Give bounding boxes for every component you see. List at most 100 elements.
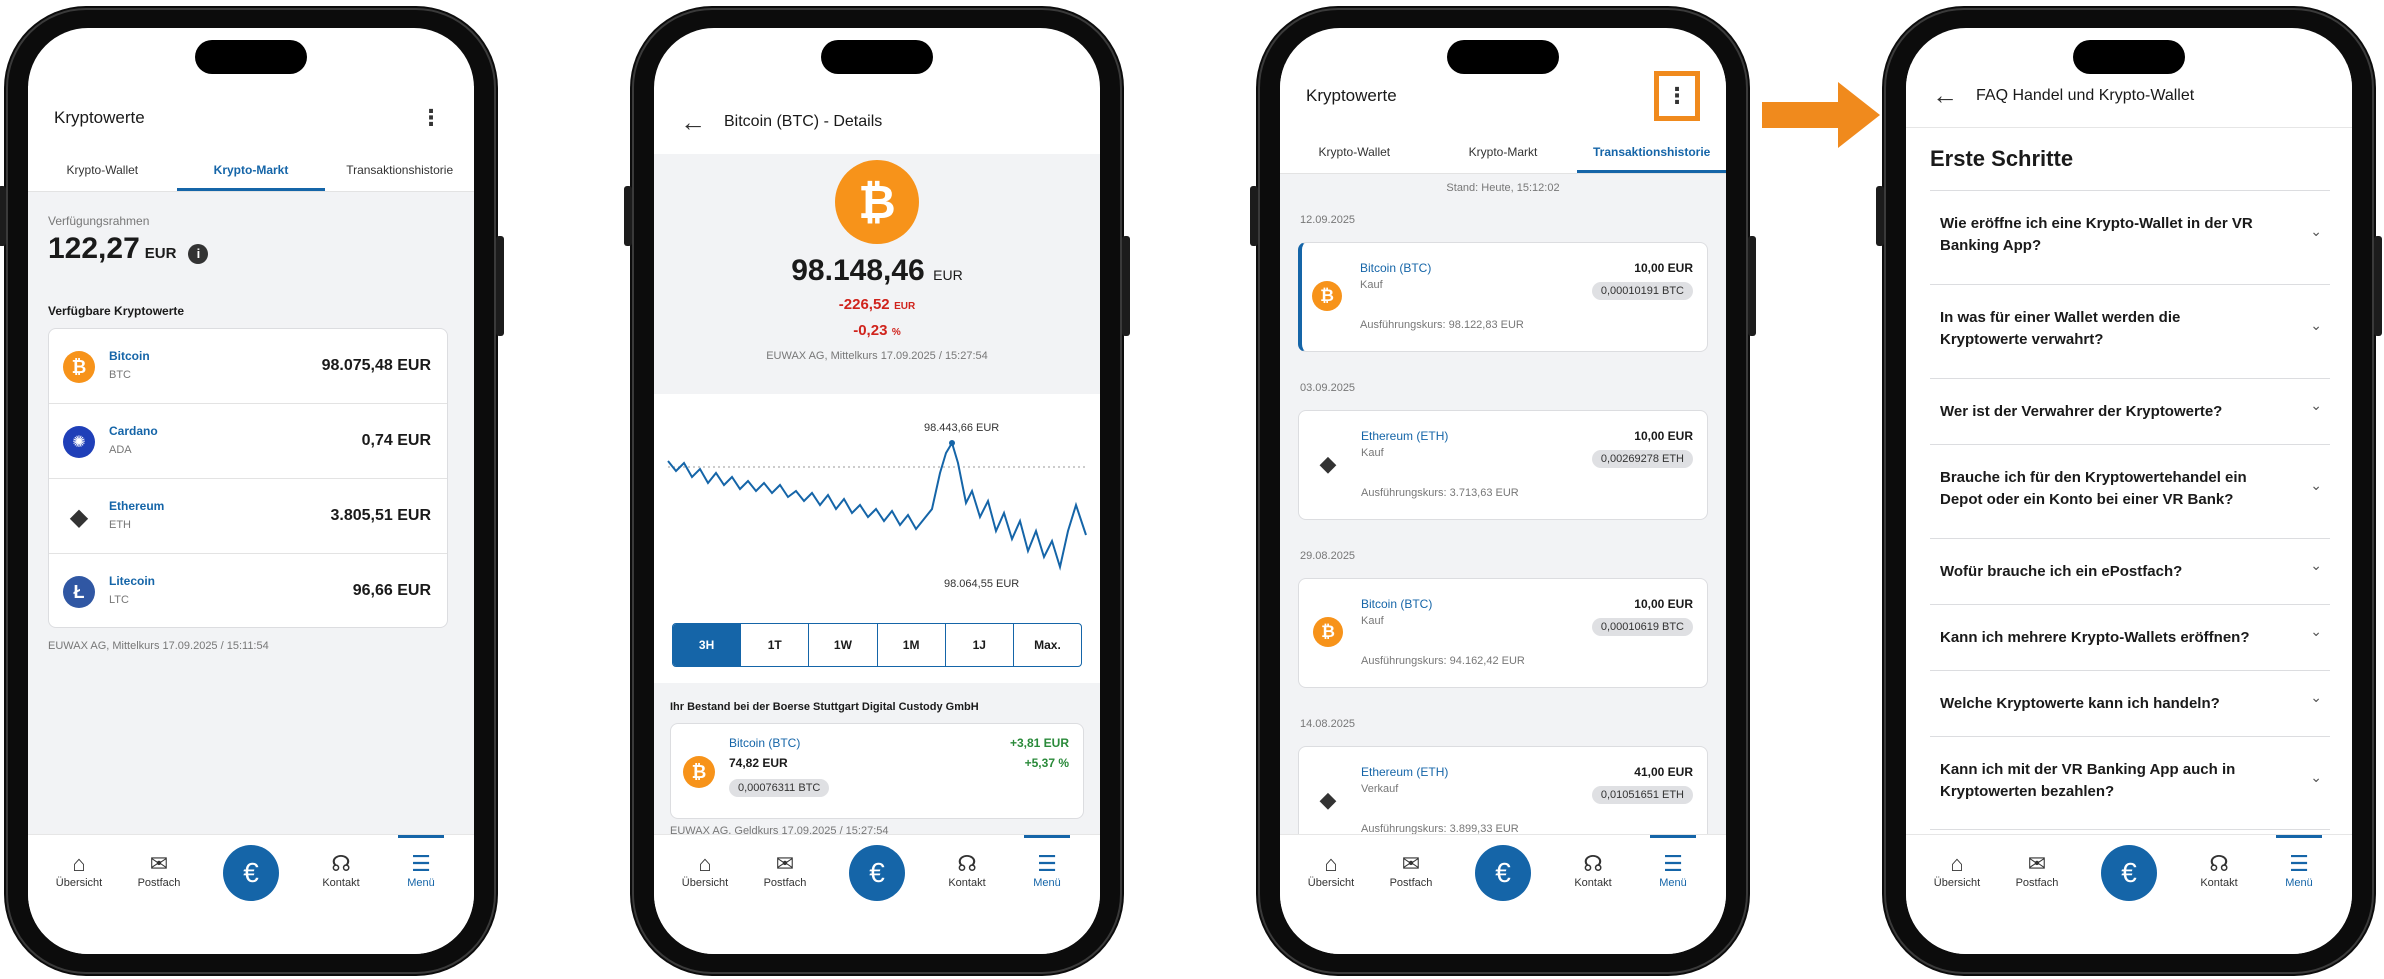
faq-item[interactable]: Kann ich mit der VR Banking App auch in … — [1930, 736, 2330, 830]
headset-icon: ☊ — [331, 851, 351, 876]
faq-item[interactable]: Wer ist der Verwahrer der Kryptowerte? ⌄ — [1930, 378, 2330, 444]
faq-question: Kann ich mehrere Krypto-Wallets eröffnen… — [1940, 629, 2250, 646]
transaction-card[interactable]: ◆ Ethereum (ETH) Kauf 10,00 EUR 0,002692… — [1298, 410, 1708, 520]
nav-label: Postfach — [2015, 877, 2059, 889]
faq-item[interactable]: In was für einer Wallet werden die Krypt… — [1930, 284, 2330, 378]
holding-card[interactable]: ₿ Bitcoin (BTC) 74,82 EUR 0,00076311 BTC… — [670, 723, 1084, 819]
range-button-1j[interactable]: 1J — [944, 624, 1013, 666]
faq-item[interactable]: Brauche ich für den Kryptowertehandel ei… — [1930, 444, 2330, 538]
nav-overview[interactable]: ⌂ Übersicht — [670, 851, 740, 889]
nav-menu[interactable]: ☰ Menü — [2264, 835, 2334, 889]
tab-krypto-wallet[interactable]: Krypto-Wallet — [28, 150, 177, 191]
amount-pill: 0,00076311 BTC — [729, 779, 830, 797]
page-title: Bitcoin (BTC) - Details — [724, 113, 883, 130]
hamburger-icon: ☰ — [1037, 851, 1057, 876]
faq-item[interactable]: Welche Kryptowerte kann ich handeln? ⌄ — [1930, 670, 2330, 736]
nav-menu[interactable]: ☰ Menü — [1638, 835, 1708, 889]
price-change-pct: -0,23 % — [654, 322, 1100, 340]
nav-overview[interactable]: ⌂ Übersicht — [1922, 851, 1992, 889]
headset-icon: ☊ — [2209, 851, 2229, 876]
chevron-down-icon: ⌄ — [2310, 223, 2322, 239]
nav-overview[interactable]: ⌂ Übersicht — [1296, 851, 1366, 889]
nav-label: Übersicht — [55, 877, 103, 889]
bottom-navigation: ⌂ Übersicht ✉ Postfach € ☊ Kontakt ☰ Menü — [1906, 834, 2352, 954]
holding-gain-abs: +3,81 EUR — [1009, 736, 1069, 750]
tab-krypto-markt[interactable]: Krypto-Markt — [176, 150, 326, 191]
nav-mailbox[interactable]: ✉ Postfach — [124, 851, 194, 889]
nav-menu[interactable]: ☰ Menü — [386, 835, 456, 889]
range-button-1m[interactable]: 1M — [876, 624, 945, 666]
range-button-1w[interactable]: 1W — [808, 624, 876, 666]
faq-question: Kann ich mit der VR Banking App auch in … — [1940, 761, 2236, 800]
range-button-1t[interactable]: 1T — [740, 624, 808, 666]
more-options-icon[interactable]: ⋮ — [1654, 71, 1700, 121]
transaction-card[interactable]: ₿ Bitcoin (BTC) Kauf 10,00 EUR 0,0001061… — [1298, 578, 1708, 688]
back-arrow-icon[interactable]: ← — [1932, 80, 1958, 111]
info-icon[interactable]: i — [188, 243, 209, 264]
envelope-icon: ✉ — [775, 851, 795, 876]
phone-frame: ← Bitcoin (BTC) - Details ₿ 98.148,46 EU… — [624, 6, 1130, 976]
arrow-right-icon — [1762, 82, 1880, 148]
asset-row-ethereum[interactable]: ◆ Ethereum ETH 3.805,51 EUR — [49, 479, 447, 554]
nav-contact[interactable]: ☊ Kontakt — [2184, 851, 2254, 889]
tab-transaktionshistorie[interactable]: Transaktionshistorie — [325, 150, 474, 191]
nav-menu[interactable]: ☰ Menü — [1012, 835, 1082, 889]
page-title: FAQ Handel und Krypto-Wallet — [1976, 86, 2195, 104]
transaction-value: 10,00 EUR — [1634, 429, 1693, 443]
phone-side-button — [1250, 186, 1258, 246]
transaction-value: 10,00 EUR — [1634, 597, 1693, 611]
nav-label: Kontakt — [948, 877, 986, 889]
asset-row-litecoin[interactable]: Ł Litecoin LTC 96,66 EUR — [49, 554, 447, 629]
nav-mailbox[interactable]: ✉ Postfach — [1376, 851, 1446, 889]
range-button-max[interactable]: Max. — [1012, 624, 1081, 666]
nav-contact[interactable]: ☊ Kontakt — [306, 851, 376, 889]
asset-name: Ethereum — [109, 499, 165, 513]
price-line-chart[interactable]: 98.443,66 EUR 98.064,55 EUR — [654, 413, 1100, 598]
ethereum-icon: ◆ — [1319, 787, 1337, 812]
asset-row-cardano[interactable]: ✺ Cardano ADA 0,74 EUR — [49, 404, 447, 479]
nav-label: Kontakt — [322, 877, 360, 889]
faq-question: Wer ist der Verwahrer der Kryptowerte? — [1940, 403, 2223, 420]
nav-contact[interactable]: ☊ Kontakt — [932, 851, 1002, 889]
tab-transaktionshistorie[interactable]: Transaktionshistorie — [1577, 132, 1726, 173]
dynamic-island — [821, 40, 933, 74]
phone-side-button — [496, 236, 504, 336]
range-button-3h[interactable]: 3H — [673, 624, 741, 666]
tab-krypto-markt[interactable]: Krypto-Markt — [1429, 132, 1578, 173]
chevron-down-icon: ⌄ — [2310, 317, 2322, 333]
change-value: -0,23 — [853, 322, 888, 339]
assets-heading: Verfügbare Kryptowerte — [48, 304, 185, 318]
transaction-list: Stand: Heute, 15:12:02 12.09.2025 ₿ Bitc… — [1280, 174, 1726, 856]
transaction-card[interactable]: ₿ Bitcoin (BTC) Kauf 10,00 EUR 0,0001019… — [1298, 242, 1708, 352]
phone-screen: Kryptowerte ⋮ Krypto-Wallet Krypto-Markt… — [28, 28, 474, 954]
euro-action-button[interactable]: € — [849, 845, 905, 901]
nav-mailbox[interactable]: ✉ Postfach — [2002, 851, 2072, 889]
faq-item[interactable]: Wie eröffne ich eine Krypto-Wallet in de… — [1930, 190, 2330, 284]
asset-row-bitcoin[interactable]: ₿ Bitcoin BTC 98.075,48 EUR — [49, 329, 447, 404]
asset-price: 3.805,51 EUR — [330, 507, 431, 524]
available-amount: 122,27 — [48, 232, 140, 265]
back-arrow-icon[interactable]: ← — [680, 107, 706, 138]
bitcoin-icon: ₿ — [835, 160, 919, 244]
chart-high-label: 98.443,66 EUR — [924, 422, 999, 434]
tab-bar: Krypto-Wallet Krypto-Markt Transaktionsh… — [28, 150, 474, 192]
faq-item[interactable]: Wofür brauche ich ein ePostfach? ⌄ — [1930, 538, 2330, 604]
euro-action-button[interactable]: € — [1475, 845, 1531, 901]
amount-pill: 0,01051651 ETH — [1591, 786, 1693, 804]
nav-mailbox[interactable]: ✉ Postfach — [750, 851, 820, 889]
nav-contact[interactable]: ☊ Kontakt — [1558, 851, 1628, 889]
more-options-icon[interactable]: ⋮ — [414, 107, 448, 129]
nav-label: Postfach — [137, 877, 181, 889]
euro-action-button[interactable]: € — [223, 845, 279, 901]
faq-item[interactable]: Kann ich mehrere Krypto-Wallets eröffnen… — [1930, 604, 2330, 670]
change-unit: EUR — [894, 301, 916, 312]
app-bar: ← Bitcoin (BTC) - Details — [654, 90, 1100, 154]
phone-side-button — [624, 186, 632, 246]
amount-pill: 0,00010191 BTC — [1591, 282, 1693, 300]
transaction-date: 29.08.2025 — [1300, 550, 1356, 562]
nav-overview[interactable]: ⌂ Übersicht — [44, 851, 114, 889]
transaction-type: Kauf — [1361, 615, 1384, 627]
tab-krypto-wallet[interactable]: Krypto-Wallet — [1280, 132, 1429, 173]
euro-action-button[interactable]: € — [2101, 845, 2157, 901]
transaction-type: Kauf — [1360, 279, 1383, 291]
